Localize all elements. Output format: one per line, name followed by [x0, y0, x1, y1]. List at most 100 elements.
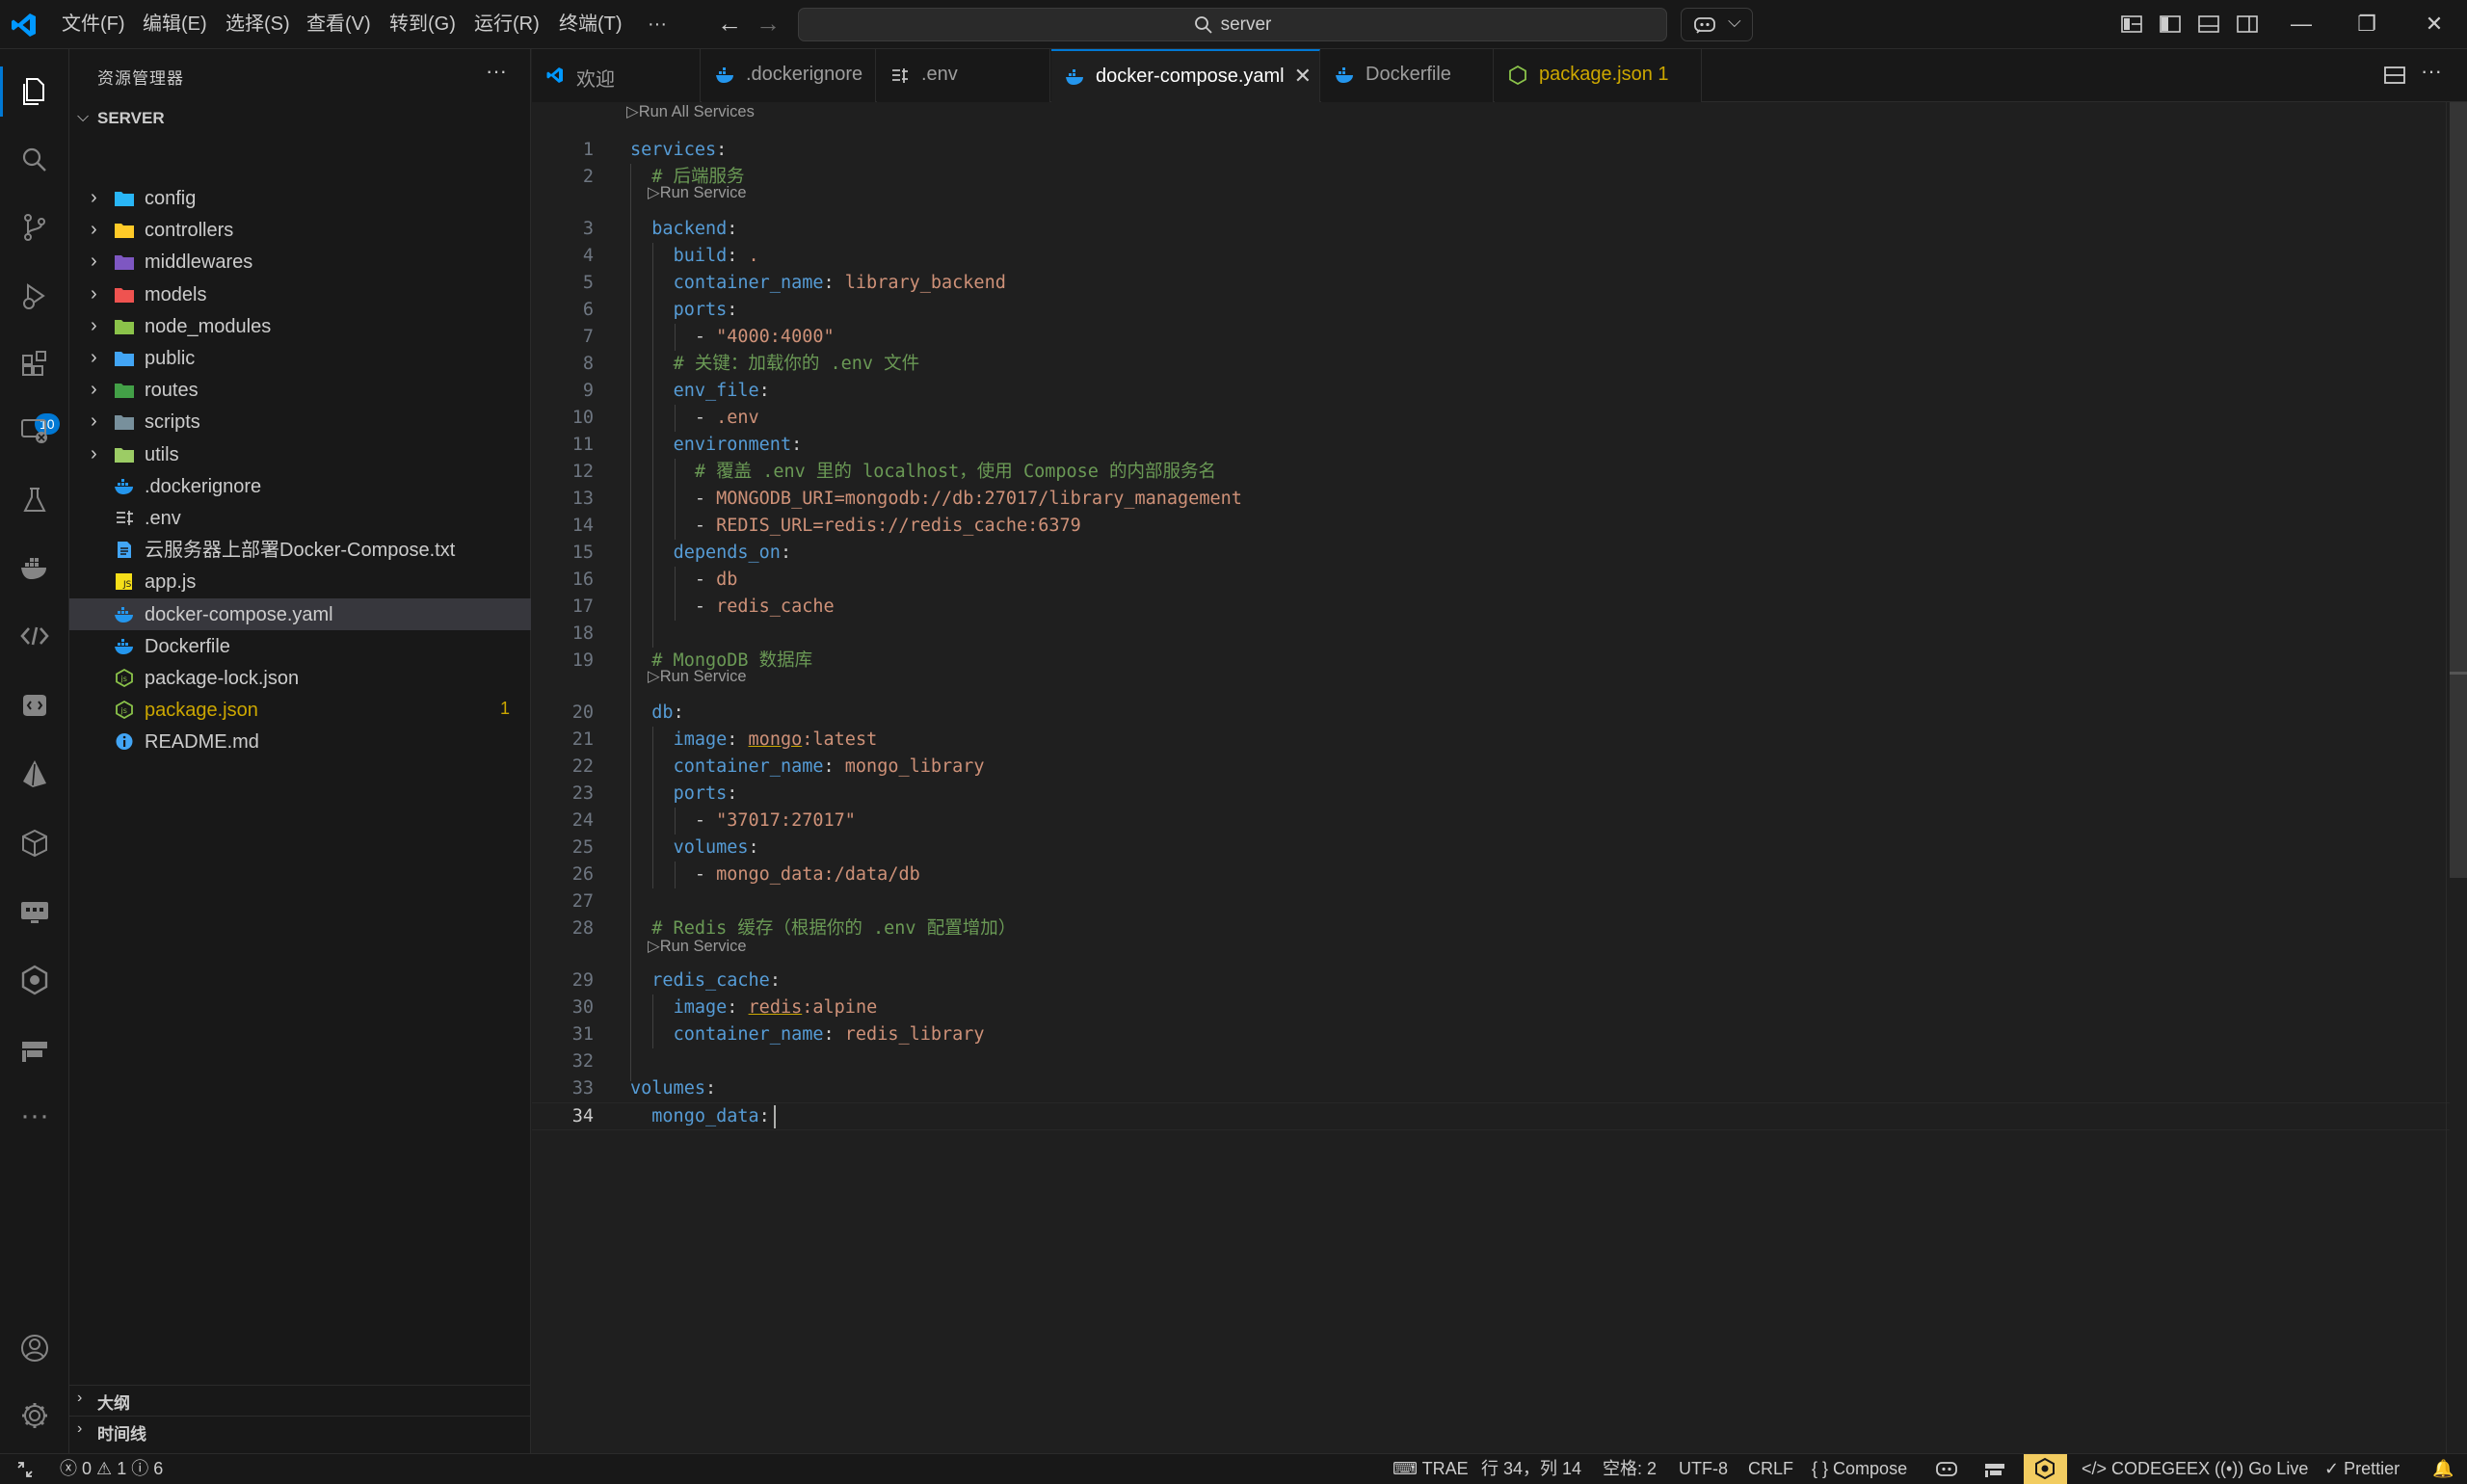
code-line[interactable]: 32: [532, 1048, 2450, 1076]
testing-icon[interactable]: [17, 483, 52, 517]
code-line[interactable]: 23 ports:: [532, 781, 2450, 808]
code-line[interactable]: 8 # 关键：加载你的 .env 文件: [532, 351, 2450, 379]
line-ending[interactable]: CRLF: [1748, 1454, 1793, 1484]
code-line[interactable]: 33 volumes:: [532, 1075, 2450, 1103]
run-debug-icon[interactable]: [17, 278, 52, 313]
extensions-icon[interactable]: [17, 346, 52, 381]
code-line[interactable]: 18: [532, 621, 2450, 649]
restore-icon[interactable]: ❐: [2348, 8, 2386, 42]
code-line[interactable]: 15 depends_on:: [532, 540, 2450, 568]
explorer-icon[interactable]: [17, 74, 52, 109]
code-line[interactable]: 20 db:: [532, 700, 2450, 728]
menu-item[interactable]: 运行(R): [472, 9, 542, 40]
code-line[interactable]: 28 # Redis 缓存（根据你的 .env 配置增加）: [532, 915, 2450, 943]
codegeex-icon[interactable]: [17, 619, 52, 653]
trae-item[interactable]: ⌨ TRAE: [1393, 1454, 1469, 1484]
tree-folder[interactable]: › routes: [69, 374, 531, 406]
copilot-button[interactable]: ⌵: [1681, 8, 1753, 41]
code-line[interactable]: 27: [532, 888, 2450, 916]
menu-item[interactable]: 选择(S): [224, 9, 292, 40]
code-line[interactable]: 7 - "4000:4000": [532, 324, 2450, 352]
code-line[interactable]: 2 # 后端服务: [532, 164, 2450, 192]
menu-item[interactable]: 查看(V): [305, 9, 373, 40]
chevron-down-icon[interactable]: ⌵: [1728, 12, 1741, 32]
tree-file[interactable]: README.md: [69, 726, 531, 757]
code-line[interactable]: 3 backend:: [532, 216, 2450, 244]
code-line[interactable]: 1 services:: [532, 137, 2450, 165]
close-icon[interactable]: ✕: [2415, 8, 2454, 42]
problems-indicator[interactable]: ⓧ 0 ⚠ 1 ⓘ 6: [60, 1454, 163, 1484]
run-all-services-lens[interactable]: ▷Run All Services: [626, 102, 755, 121]
more-icon[interactable]: ···: [17, 1101, 52, 1136]
split-editor-icon[interactable]: [2382, 63, 2407, 88]
outline-section[interactable]: › 大纲: [69, 1385, 531, 1414]
code-line[interactable]: 29 redis_cache:: [532, 967, 2450, 995]
language-mode[interactable]: { } Compose: [1812, 1454, 1907, 1484]
editor-tab[interactable]: .dockerignore: [702, 49, 876, 102]
code-line[interactable]: 31 container_name: redis_library: [532, 1021, 2450, 1049]
menu-item[interactable]: 终端(T): [557, 9, 624, 40]
code-line[interactable]: 26 - mongo_data:/data/db: [532, 861, 2450, 889]
code-line[interactable]: 4 build: .: [532, 243, 2450, 271]
prettier-status[interactable]: ✓ Prettier: [2324, 1454, 2400, 1484]
forward-arrow-icon[interactable]: →: [754, 10, 783, 39]
scrollbar-thumb[interactable]: [2450, 102, 2467, 878]
code-line[interactable]: 13 - MONGODB_URI=mongodb://db:27017/libr…: [532, 486, 2450, 514]
tree-folder[interactable]: › models: [69, 278, 531, 310]
search-icon[interactable]: [17, 143, 52, 177]
back-arrow-icon[interactable]: ←: [715, 10, 744, 39]
close-tab-icon[interactable]: ✕: [1294, 64, 1312, 89]
fragment-icon[interactable]: [17, 1032, 52, 1067]
tree-folder[interactable]: › public: [69, 342, 531, 374]
tree-file[interactable]: .dockerignore: [69, 470, 531, 502]
code-line[interactable]: 11 environment:: [532, 432, 2450, 460]
tree-folder[interactable]: › node_modules: [69, 310, 531, 342]
tree-folder[interactable]: › utils: [69, 438, 531, 470]
remote-indicator-icon[interactable]: [12, 1454, 39, 1484]
preview-icon[interactable]: [17, 894, 52, 929]
code-line[interactable]: 19 # MongoDB 数据库: [532, 648, 2450, 676]
toggle-secondary-sidebar-icon[interactable]: [2236, 13, 2259, 36]
code-line[interactable]: 5 container_name: library_backend: [532, 270, 2450, 298]
customize-layout-icon[interactable]: [2120, 13, 2143, 36]
tree-folder[interactable]: › scripts: [69, 406, 531, 437]
tree-file[interactable]: js package-lock.json: [69, 662, 531, 694]
docker-icon[interactable]: [17, 550, 52, 585]
editor-tab[interactable]: package.json 1: [1495, 49, 1702, 102]
fragment-status-icon[interactable]: [1983, 1454, 2006, 1484]
vscode-logo[interactable]: [10, 11, 39, 40]
code-editor[interactable]: ▷Run All Services ▷Run Service ▷Run Servic…: [532, 102, 2467, 1453]
notifications-bell-icon[interactable]: 🔔: [2432, 1454, 2454, 1484]
menu-more[interactable]: ···: [646, 9, 669, 40]
editor-tab[interactable]: .env: [877, 49, 1050, 102]
encoding[interactable]: UTF-8: [1679, 1454, 1728, 1484]
code-line[interactable]: 6 ports:: [532, 297, 2450, 325]
remote-explorer-icon[interactable]: [17, 413, 52, 448]
code-line[interactable]: 10 - .env: [532, 405, 2450, 433]
command-center-search[interactable]: server: [798, 8, 1667, 41]
code-line[interactable]: 22 container_name: mongo_library: [532, 754, 2450, 782]
more-actions-icon[interactable]: ···: [486, 59, 507, 84]
gitkraken-icon[interactable]: [17, 963, 52, 997]
tree-file[interactable]: Dockerfile: [69, 630, 531, 662]
toggle-panel-icon[interactable]: [2197, 13, 2220, 36]
tree-file[interactable]: js package.json 1: [69, 694, 531, 726]
editor-tab[interactable]: 欢迎: [532, 49, 701, 102]
menu-item[interactable]: 文件(F): [60, 9, 127, 40]
editor-tab[interactable]: Dockerfile: [1321, 49, 1494, 102]
settings-icon[interactable]: [17, 1398, 52, 1433]
more-actions-icon[interactable]: ···: [2421, 59, 2446, 84]
copilot-status-icon[interactable]: [1935, 1454, 1958, 1484]
code-line[interactable]: 30 image: redis:alpine: [532, 994, 2450, 1022]
code-line[interactable]: 34 mongo_data:: [532, 1102, 2450, 1130]
toggle-sidebar-icon[interactable]: [2159, 13, 2182, 36]
indentation[interactable]: 空格: 2: [1603, 1454, 1657, 1484]
menu-item[interactable]: 编辑(E): [141, 9, 209, 40]
tree-file[interactable]: 云服务器上部署Docker-Compose.txt: [69, 534, 531, 566]
minimize-icon[interactable]: —: [2282, 8, 2321, 42]
api-icon[interactable]: [17, 688, 52, 723]
tree-file[interactable]: JS app.js: [69, 566, 531, 597]
codegeex-status[interactable]: </> CODEGEEX: [2082, 1454, 2210, 1484]
tree-file[interactable]: .env: [69, 502, 531, 534]
prisma-icon[interactable]: [17, 756, 52, 791]
